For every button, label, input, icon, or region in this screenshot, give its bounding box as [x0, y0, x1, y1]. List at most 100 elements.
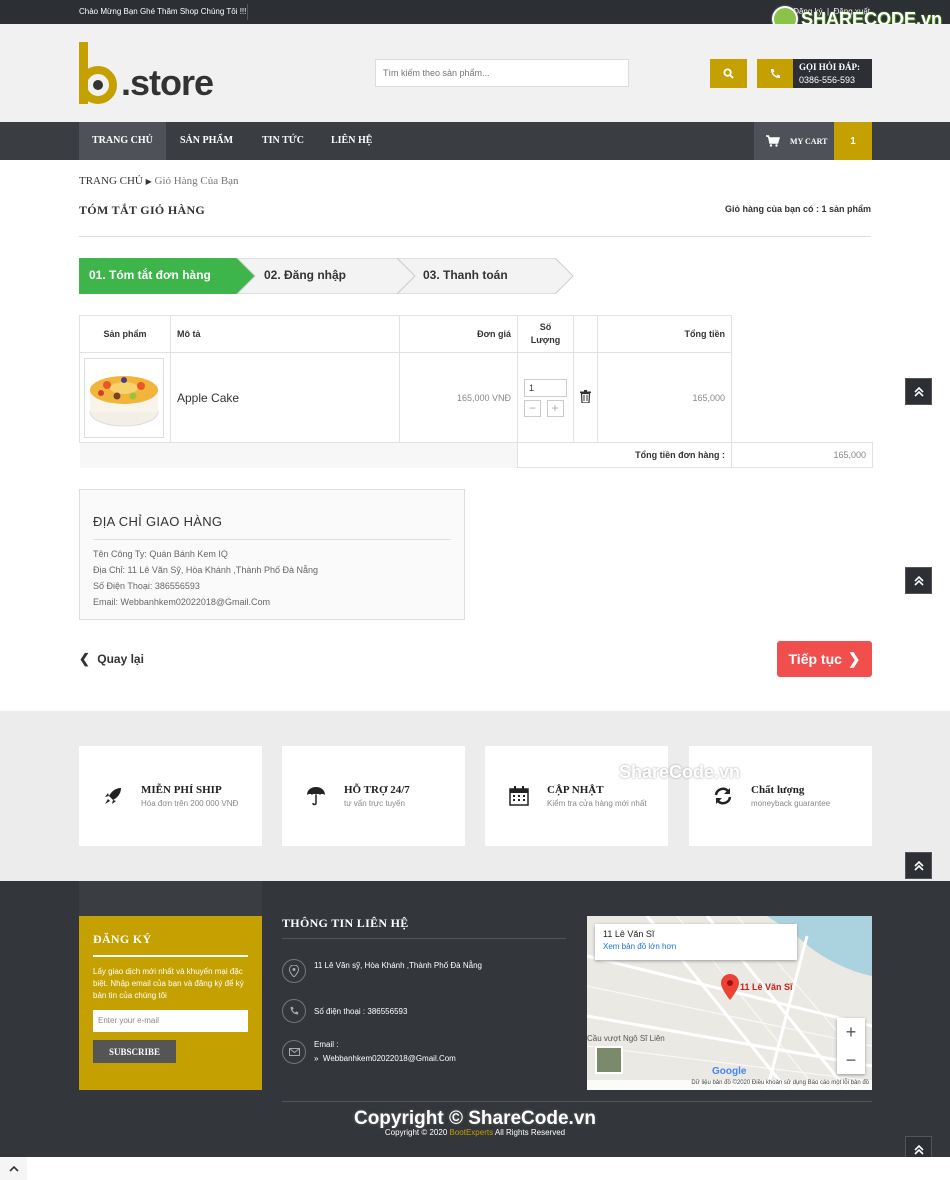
satellite-toggle[interactable] — [595, 1046, 623, 1074]
quantity-cell: 1 − + — [517, 352, 574, 443]
refresh-icon — [714, 787, 732, 805]
increase-qty-button[interactable]: + — [546, 399, 564, 417]
decrease-qty-button[interactable]: − — [524, 399, 541, 417]
table-header-row: Sản phẩm Mô tả Đơn giá Số Lượng Tổng tiền — [79, 315, 873, 353]
subscribe-text: Lấy giao dịch mới nhất và khuyến mại đặc… — [93, 967, 244, 1000]
scroll-top-button[interactable] — [905, 378, 932, 405]
map-attribution[interactable]: Dữ liệu bản đồ ©2020 Điều khoản sử dụng … — [587, 1080, 872, 1090]
cart-table: Sản phẩm Mô tả Đơn giá Số Lượng Tổng tiền… — [79, 315, 873, 468]
scroll-top-button[interactable] — [905, 852, 932, 879]
product-image-cell — [79, 352, 171, 443]
site-logo[interactable]: .store — [79, 42, 214, 104]
nav-item-contact[interactable]: LIÊN HỆ — [318, 122, 385, 160]
logo-text: .store — [121, 62, 214, 103]
nav-item-news[interactable]: TIN TỨC — [249, 122, 317, 160]
zoom-in-button[interactable]: + — [837, 1018, 865, 1046]
double-chevron-up-icon — [913, 575, 924, 586]
map-info-card: 11 Lê Văn Sĩ Xem bản đồ lớn hơn — [595, 924, 797, 960]
nav-item-products[interactable]: SẢN PHẨM — [167, 122, 246, 160]
service-update: CẬP NHẬT Kiểm tra cửa hàng mới nhất — [485, 746, 668, 846]
subscribe-top-strip — [79, 881, 262, 916]
search-button[interactable] — [710, 59, 747, 88]
service-sub: Kiểm tra cửa hàng mới nhất — [547, 799, 647, 808]
google-logo: Google — [712, 1066, 747, 1077]
step-2-login[interactable]: 02. Đăng nhập — [264, 268, 346, 282]
larger-map-link[interactable]: Xem bản đồ lớn hơn — [603, 942, 789, 951]
product-name[interactable]: Apple Cake — [170, 352, 400, 443]
phone-icon — [757, 59, 793, 88]
zoom-controls: + − — [837, 1018, 865, 1074]
breadcrumb-home[interactable]: TRANG CHỦ — [79, 175, 143, 187]
contact-address: 11 Lê Văn sỹ, Hòa Khánh ,Thành Phố Đà Nẵ… — [314, 960, 482, 970]
col-description: Mô tả — [170, 315, 400, 353]
service-sub: moneyback guarantee — [751, 799, 831, 808]
cart-button[interactable]: MY CART — [754, 122, 834, 160]
row-total: 165,000 — [597, 352, 732, 443]
subscribe-email-input[interactable]: Enter your e-mail — [93, 1010, 248, 1032]
product-image[interactable] — [84, 357, 164, 438]
hotline-label: GỌI HỎI ĐÁP: — [799, 62, 861, 72]
service-title: CẬP NHẬT — [547, 784, 604, 796]
caret-right-icon: ▶ — [145, 177, 152, 186]
trash-icon[interactable] — [580, 390, 591, 404]
map-pin-label: 11 Lê Văn Sĩ — [740, 982, 793, 992]
service-free-ship: MIỄN PHÍ SHIP Hóa đơn trên 200 000 VNĐ — [79, 746, 262, 846]
double-chevron-up-icon — [913, 386, 924, 397]
col-product: Sản phẩm — [79, 315, 171, 353]
service-sub: tư vấn trực tuyến — [344, 799, 405, 808]
rocket-icon — [105, 788, 121, 804]
double-chevron-up-icon — [913, 1144, 924, 1155]
address-phone: Số Điện Thoại: 386556593 — [93, 581, 200, 591]
divider — [79, 236, 871, 237]
zoom-out-button[interactable]: − — [837, 1046, 865, 1074]
subscribe-button[interactable]: SUBSCRIBE — [93, 1040, 176, 1063]
search-icon — [723, 68, 734, 79]
shipping-address-box: ĐỊA CHỈ GIAO HÀNG Tên Công Ty: Quán Bánh… — [79, 489, 465, 620]
breadcrumb: TRANG CHỦ ▶ Giỏ Hàng Của Bạn — [79, 175, 239, 187]
double-chevron-up-icon — [913, 860, 924, 871]
map-marker-icon — [282, 959, 306, 983]
col-price: Đơn giá — [399, 315, 518, 353]
step-3-payment[interactable]: 03. Thanh toán — [423, 268, 508, 282]
double-chevron-icon: » — [314, 1054, 319, 1063]
collapse-button[interactable] — [0, 1157, 27, 1180]
contact-email-row: Email : » Webbanhkem02022018@Gmail.Com — [282, 1038, 456, 1066]
continue-button[interactable]: Tiếp tục ❯ — [777, 641, 872, 677]
shipping-address-title: ĐỊA CHỈ GIAO HÀNG — [93, 514, 451, 540]
cart-icon — [766, 135, 780, 147]
watermark-text: ShareCode.vn — [619, 762, 741, 782]
step-1-summary[interactable]: 01. Tóm tắt đơn hàng — [89, 268, 211, 282]
umbrella-icon — [307, 787, 325, 806]
map-pin-icon[interactable] — [721, 974, 739, 1003]
search-input[interactable] — [375, 59, 629, 87]
service-quality: Chất lượng moneyback guarantee — [689, 746, 872, 846]
google-map[interactable]: 11 Lê Văn Sĩ Xem bản đồ lớn hơn 11 Lê Vă… — [587, 916, 872, 1090]
service-title: HỖ TRỢ 24/7 — [344, 784, 410, 796]
contact-email[interactable]: Webbanhkem02022018@Gmail.Com — [323, 1054, 456, 1063]
order-total-label: Tổng tiền đơn hàng : — [517, 442, 732, 468]
envelope-icon — [282, 1040, 306, 1064]
address-email: Email: Webbanhkem02022018@Gmail.Com — [93, 597, 271, 607]
order-total-row: Tổng tiền đơn hàng : 165,000 — [79, 442, 873, 468]
contact-title: THÔNG TIN LIÊN HỆ — [282, 916, 409, 930]
service-title: MIỄN PHÍ SHIP — [141, 784, 222, 796]
product-price: 165,000 VNĐ — [399, 352, 518, 443]
back-button[interactable]: ❮ Quay lại — [79, 651, 144, 667]
phone-icon — [282, 999, 306, 1023]
scroll-top-button[interactable] — [905, 567, 932, 594]
cart-count-badge[interactable]: 1 — [834, 122, 872, 160]
quantity-input[interactable]: 1 — [524, 378, 567, 397]
divider — [282, 1101, 872, 1102]
copyright-watermark: Copyright © ShareCode.vn — [353, 1108, 597, 1129]
chevron-left-icon: ❮ — [79, 651, 90, 666]
contact-email-label: Email : — [314, 1040, 339, 1049]
logo-b-icon — [79, 42, 117, 104]
copyright-brand[interactable]: BootExperts — [450, 1128, 494, 1137]
divider — [282, 938, 566, 939]
nav-item-home[interactable]: TRANG CHỦ — [79, 122, 166, 160]
checkout-steps: 01. Tóm tắt đơn hàng 02. Đăng nhập 03. T… — [79, 258, 579, 294]
map-place-name: 11 Lê Văn Sĩ — [603, 929, 655, 939]
cart-summary-text: Giỏ hàng của bạn có : 1 sản phẩm — [724, 204, 871, 214]
divider — [247, 4, 248, 20]
address-company: Tên Công Ty: Quán Bánh Kem IQ — [93, 549, 228, 559]
